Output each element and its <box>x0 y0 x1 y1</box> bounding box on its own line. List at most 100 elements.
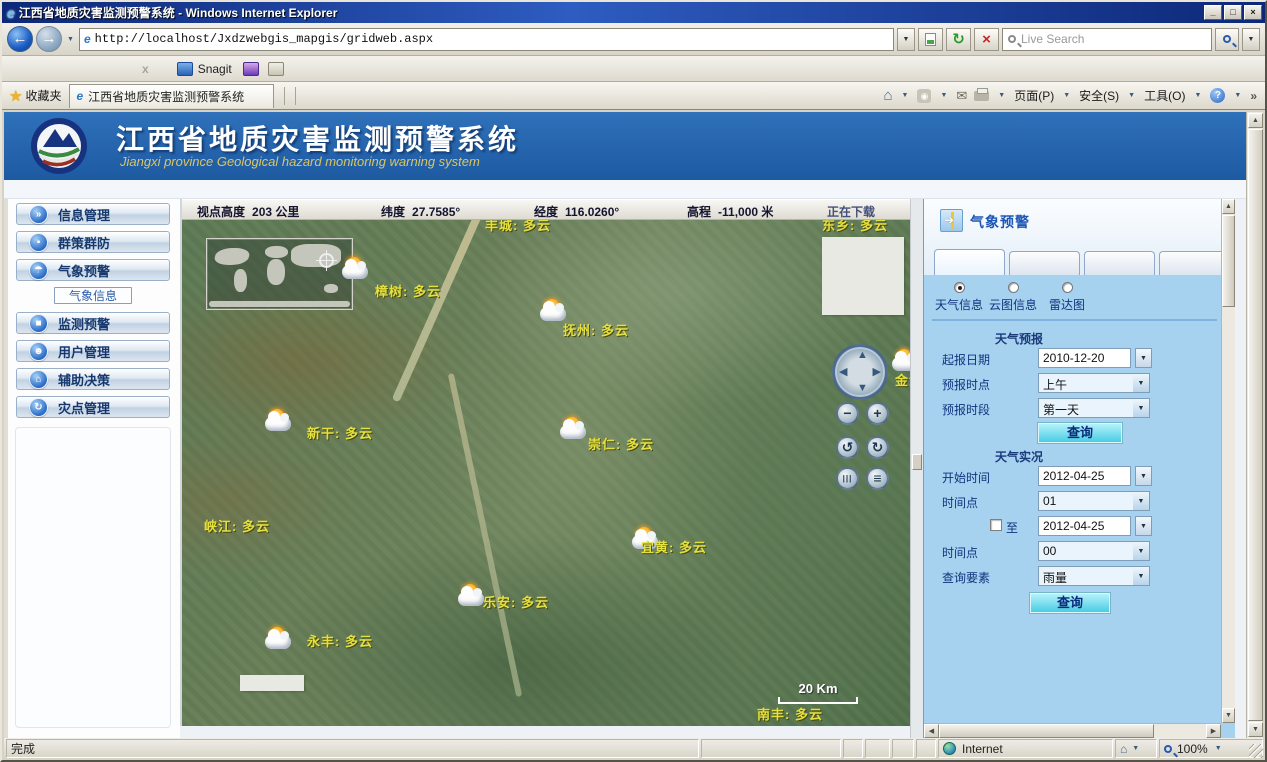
menu-item[interactable] <box>108 65 128 73</box>
to-checkbox[interactable] <box>990 519 1002 531</box>
dropdown-arrow-button[interactable]: ▼ <box>1133 373 1150 393</box>
sidebar-item[interactable]: ↻ 灾点管理 <box>16 396 170 418</box>
panel-tab[interactable] <box>1159 251 1221 275</box>
forecast-query-button[interactable]: 查询 <box>1038 423 1122 443</box>
close-button[interactable]: × <box>1244 5 1262 20</box>
tilt-button[interactable]: ||| <box>836 467 859 490</box>
scrollbar-thumb[interactable] <box>939 724 1154 738</box>
zoom-dropdown-icon[interactable]: ▼ <box>1213 745 1224 752</box>
scroll-down-icon[interactable]: ▼ <box>1248 722 1263 737</box>
dropdown-arrow-button[interactable]: ▼ <box>1135 348 1152 368</box>
sidebar-item[interactable]: ☻ 用户管理 <box>16 340 170 362</box>
sidebar-item[interactable]: 气象信息 <box>54 287 132 304</box>
map-canvas[interactable]: 丰城: 多云 东乡: 多云 樟树: 多云 <box>182 220 910 726</box>
overview-world-map[interactable] <box>206 238 353 310</box>
menu-item[interactable] <box>8 65 28 73</box>
pan-up-icon[interactable]: ▲ <box>857 350 868 361</box>
favorites-button[interactable]: 收藏夹 <box>25 87 61 104</box>
tools-menu-button[interactable]: 工具(O) <box>1144 87 1185 104</box>
radio-icon[interactable] <box>1008 282 1019 293</box>
form-field-value[interactable]: 00 <box>1038 541 1134 561</box>
stop-button[interactable]: × <box>974 28 999 51</box>
refresh-button[interactable]: ↻ <box>946 28 971 51</box>
snagit-capture-icon[interactable] <box>243 62 259 76</box>
snagit-edit-icon[interactable] <box>268 62 284 76</box>
print-icon[interactable] <box>974 91 989 101</box>
history-dropdown-icon[interactable]: ▼ <box>65 36 76 43</box>
maximize-button[interactable]: □ <box>1224 5 1242 20</box>
compatibility-view-button[interactable] <box>918 28 943 51</box>
sidebar-item[interactable]: ■ 监测预警 <box>16 312 170 334</box>
security-menu-button[interactable]: 安全(S) <box>1079 87 1119 104</box>
pan-left-icon[interactable]: ◀ <box>839 367 847 378</box>
menu-item[interactable] <box>48 65 68 73</box>
search-input[interactable]: Live Search <box>1002 28 1212 51</box>
zoom-pane[interactable]: 100% ▼ <box>1159 739 1263 758</box>
radio-icon[interactable] <box>1062 282 1073 293</box>
search-go-button[interactable] <box>1215 28 1239 51</box>
resize-grip[interactable] <box>1249 744 1263 758</box>
scrollbar-thumb[interactable] <box>1248 129 1263 721</box>
scrollbar-thumb[interactable] <box>1222 215 1235 307</box>
layers-button[interactable]: ≡ <box>866 467 889 490</box>
dropdown-arrow-button[interactable]: ▼ <box>1135 516 1152 536</box>
forward-button[interactable]: → <box>36 26 62 52</box>
scroll-up-icon[interactable]: ▲ <box>1248 113 1263 128</box>
minimize-button[interactable]: _ <box>1204 5 1222 20</box>
splitter-thumb[interactable] <box>912 454 922 470</box>
home-icon[interactable]: ⌂ <box>883 87 892 104</box>
sidebar-item[interactable]: ▪ 群策群防 <box>16 231 170 253</box>
dropdown-arrow-button[interactable]: ▼ <box>1133 566 1150 586</box>
weather-type-option[interactable]: 天气信息 <box>932 282 986 313</box>
protected-mode-pane[interactable]: ⌂ ▼ <box>1115 739 1157 758</box>
panel-tab[interactable] <box>934 249 1005 275</box>
scroll-up-icon[interactable]: ▲ <box>1222 199 1235 214</box>
rotate-ccw-button[interactable]: ↺ <box>836 436 859 459</box>
dropdown-arrow-button[interactable]: ▼ <box>1133 398 1150 418</box>
url-field[interactable]: e http://localhost/Jxdzwebgis_mapgis/gri… <box>79 28 894 51</box>
favorites-star-icon[interactable]: ★ <box>9 87 22 105</box>
home-dropdown-icon[interactable]: ▼ <box>900 92 911 99</box>
map-panel-splitter[interactable] <box>910 199 923 738</box>
menu-item[interactable] <box>28 65 48 73</box>
feeds-dropdown-icon[interactable]: ▼ <box>938 92 949 99</box>
form-field-value[interactable]: 01 <box>1038 491 1134 511</box>
scroll-down-icon[interactable]: ▼ <box>1222 708 1235 723</box>
form-field-value[interactable]: 第一天 <box>1038 398 1134 418</box>
toolbar-close-x[interactable]: x <box>128 62 163 76</box>
print-dropdown-icon[interactable]: ▼ <box>996 92 1007 99</box>
form-field-value[interactable]: 2012-04-25 <box>1038 466 1131 486</box>
back-button[interactable]: ← <box>7 26 33 52</box>
zoom-out-button[interactable]: − <box>836 402 859 425</box>
sidebar-item[interactable]: » 信息管理 <box>16 203 170 225</box>
sidebar-item[interactable]: ⌂ 辅助决策 <box>16 368 170 390</box>
form-field-value[interactable]: 上午 <box>1038 373 1134 393</box>
weather-type-option[interactable]: 云图信息 <box>986 282 1040 313</box>
help-icon[interactable]: ? <box>1210 88 1225 103</box>
url-dropdown-button[interactable]: ▼ <box>897 28 915 51</box>
map-pan-compass[interactable]: ▲ ▼ ◀ ▶ <box>832 344 888 400</box>
panel-horizontal-scrollbar[interactable]: ◀ ▶ <box>924 723 1221 738</box>
menu-item[interactable] <box>88 65 108 73</box>
actual-query-button[interactable]: 查询 <box>1030 593 1110 613</box>
page-tab[interactable]: e 江西省地质灾害监测预警系统 <box>69 84 274 108</box>
weather-type-option[interactable]: 雷达图 <box>1040 282 1094 313</box>
sidebar-item[interactable]: ☂ 气象预警 <box>16 259 170 281</box>
panel-tab[interactable] <box>1084 251 1155 275</box>
zone-dropdown-icon[interactable]: ▼ <box>1130 745 1141 752</box>
radio-icon[interactable] <box>954 282 965 293</box>
dropdown-arrow-button[interactable]: ▼ <box>1133 541 1150 561</box>
more-commands-chevron[interactable]: » <box>1250 89 1257 103</box>
scrollbar-track[interactable] <box>1154 724 1206 738</box>
rotate-cw-button[interactable]: ↻ <box>866 436 889 459</box>
panel-tab[interactable] <box>1009 251 1080 275</box>
form-field-value[interactable]: 雨量 <box>1038 566 1134 586</box>
page-menu-button[interactable]: 页面(P) <box>1014 87 1054 104</box>
feeds-icon[interactable]: ◉ <box>917 89 931 103</box>
menu-item[interactable] <box>68 65 88 73</box>
search-options-button[interactable]: ▼ <box>1242 28 1260 51</box>
dropdown-arrow-button[interactable]: ▼ <box>1133 491 1150 511</box>
pan-down-icon[interactable]: ▼ <box>857 383 868 394</box>
zoom-in-button[interactable]: + <box>866 402 889 425</box>
dropdown-arrow-button[interactable]: ▼ <box>1135 466 1152 486</box>
